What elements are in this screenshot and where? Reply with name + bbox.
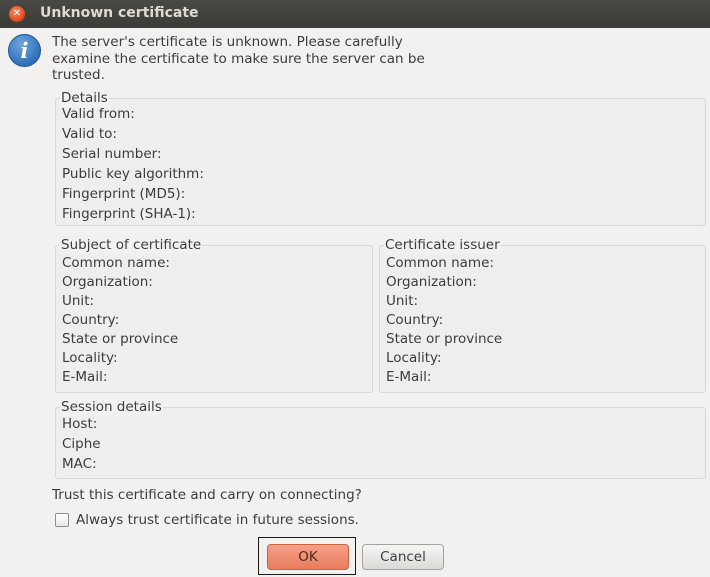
session-host: Host: [62,416,98,432]
subject-common-name: Common name: [62,255,170,271]
details-title: Details [60,90,109,107]
issuer-frame: Certificate issuer Common name: Organiza… [379,237,706,393]
issuer-locality: Locality: [386,350,442,366]
issuer-state: State or province [386,331,503,347]
subject-unit: Unit: [62,293,95,309]
issuer-country: Country: [386,312,444,328]
info-icon: i [8,34,41,67]
session-frame: Session details Host: Ciphe MAC: [55,399,706,479]
subject-country: Country: [62,312,120,328]
window-title: Unknown certificate [40,5,199,21]
details-serial-number: Serial number: [62,146,162,162]
always-trust-checkbox[interactable] [55,513,69,527]
issuer-unit: Unit: [386,293,419,309]
details-fingerprint-sha1: Fingerprint (SHA-1): [62,206,196,222]
ok-button[interactable]: OK [267,544,349,570]
title-bar: ✕ Unknown certificate [0,0,710,28]
always-trust-label[interactable]: Always trust certificate in future sessi… [76,512,359,529]
subject-organization: Organization: [62,274,153,290]
subject-state: State or province [62,331,179,347]
details-frame: Details Valid from: Valid to: Serial num… [55,90,706,226]
details-valid-from: Valid from: [62,106,135,122]
trust-question: Trust this certificate and carry on conn… [52,487,362,503]
issuer-organization: Organization: [386,274,477,290]
cancel-button[interactable]: Cancel [362,544,444,570]
session-title: Session details [60,399,163,416]
subject-title: Subject of certificate [60,237,203,254]
subject-frame: Subject of certificate Common name: Orga… [55,237,373,393]
session-mac: MAC: [62,456,97,472]
subject-locality: Locality: [62,350,118,366]
subject-email: E-Mail: [62,369,108,385]
issuer-email: E-Mail: [386,369,432,385]
close-icon[interactable]: ✕ [9,6,25,22]
details-valid-to: Valid to: [62,126,117,142]
issuer-common-name: Common name: [386,255,494,271]
details-fingerprint-md5: Fingerprint (MD5): [62,186,186,202]
issuer-title: Certificate issuer [384,237,501,254]
details-public-key-algorithm: Public key algorithm: [62,166,204,182]
session-cipher: Ciphe [62,436,101,452]
message-text: The server's certificate is unknown. Ple… [52,34,425,83]
